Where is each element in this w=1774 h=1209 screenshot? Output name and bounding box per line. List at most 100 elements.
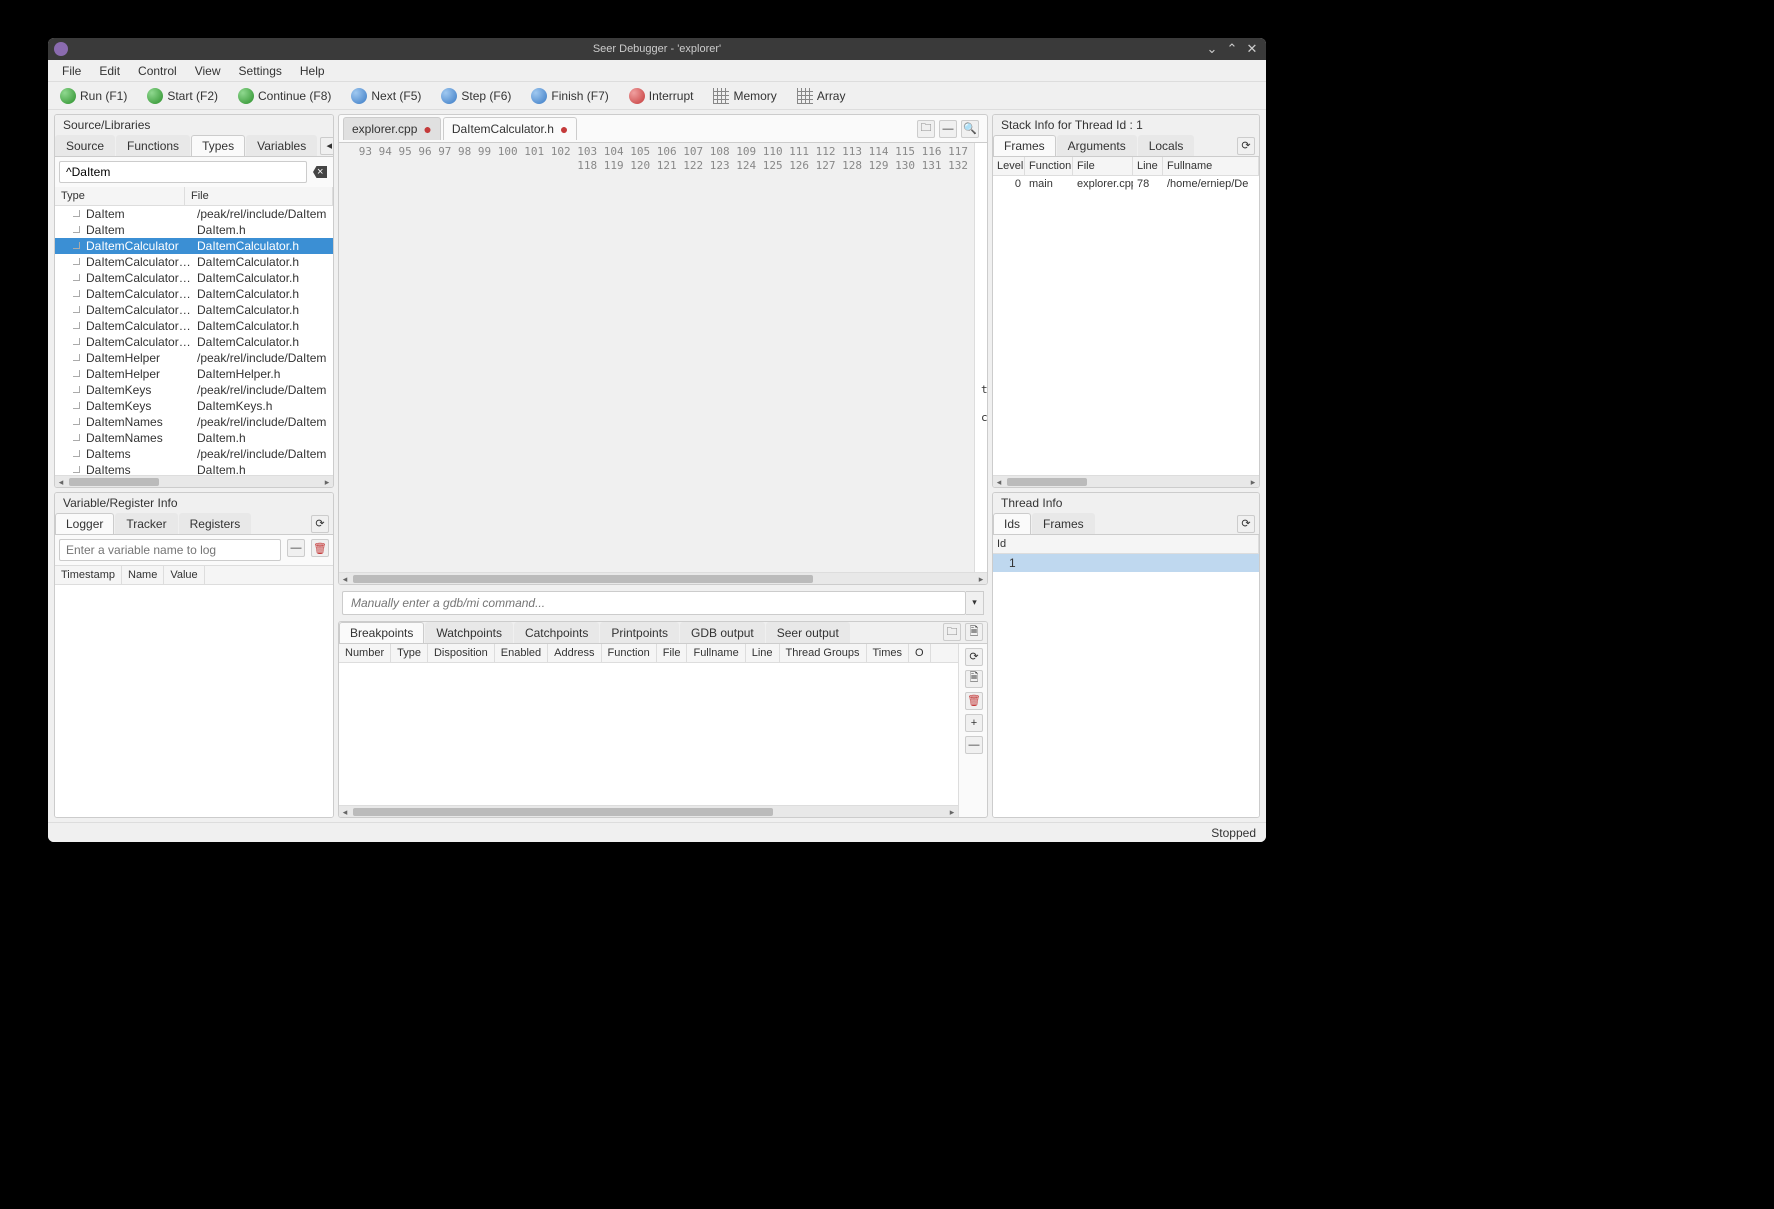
tab-logger[interactable]: Logger	[55, 513, 114, 534]
bp-col[interactable]: Number	[339, 644, 391, 662]
tab-thread-frames[interactable]: Frames	[1032, 513, 1095, 534]
col-file[interactable]: File	[1073, 157, 1133, 175]
stack-refresh-button[interactable]: ⟳	[1237, 137, 1255, 155]
refresh-logger-button[interactable]: ⟳	[311, 515, 329, 533]
bp-col[interactable]: Address	[548, 644, 601, 662]
stack-rows[interactable]: 0 main explorer.cpp 78 /home/erniep/De	[993, 176, 1259, 475]
col-function[interactable]: Function	[1025, 157, 1073, 175]
gdb-command-input[interactable]	[342, 591, 966, 615]
tab-seer-output[interactable]: Seer output	[766, 622, 850, 643]
tab-locals[interactable]: Locals	[1138, 135, 1195, 156]
types-search-input[interactable]	[59, 161, 307, 183]
bp-h-scrollbar[interactable]: ◂▸	[339, 805, 958, 817]
clear-search-icon[interactable]	[311, 161, 329, 183]
col-id[interactable]: Id	[993, 535, 1259, 553]
stack-row[interactable]: 0 main explorer.cpp 78 /home/erniep/De	[993, 176, 1259, 192]
bp-col[interactable]: Line	[746, 644, 780, 662]
col-name[interactable]: Name	[122, 566, 164, 584]
bp-col[interactable]: File	[657, 644, 688, 662]
remove-log-button[interactable]: —	[287, 539, 305, 557]
bp-add-button[interactable]: +	[965, 714, 983, 732]
minimize-button[interactable]: ⌄	[1204, 41, 1220, 57]
type-row[interactable]: DaItemCalculatorDaItemCalculator.h	[55, 238, 333, 254]
thread-refresh-button[interactable]: ⟳	[1237, 515, 1255, 533]
editor-tab-daitemcalculator[interactable]: DaItemCalculator.h●	[443, 117, 578, 140]
col-line[interactable]: Line	[1133, 157, 1163, 175]
toolbar-run[interactable]: Run (F1)	[54, 86, 133, 106]
menu-view[interactable]: View	[187, 62, 229, 80]
tab-functions[interactable]: Functions	[116, 135, 190, 156]
type-row[interactable]: DaItemNames/peak/rel/include/DaItem	[55, 414, 333, 430]
tab-ids[interactable]: Ids	[993, 513, 1031, 534]
toolbar-array[interactable]: Array	[791, 86, 852, 106]
type-row[interactable]: DaItemCalculatorValueDaItemCalculator.h	[55, 318, 333, 334]
col-value[interactable]: Value	[164, 566, 204, 584]
thread-row[interactable]: 1	[993, 554, 1259, 572]
search-button[interactable]: 🔍	[961, 120, 979, 138]
menu-control[interactable]: Control	[130, 62, 185, 80]
collapse-button[interactable]: —	[939, 120, 957, 138]
menu-file[interactable]: File	[54, 62, 89, 80]
type-row[interactable]: DaItemCalculatorValue::...DaItemCalculat…	[55, 334, 333, 350]
tab-variables[interactable]: Variables	[246, 135, 317, 156]
editor-tab-explorer[interactable]: explorer.cpp●	[343, 117, 441, 140]
tab-tracker[interactable]: Tracker	[115, 513, 177, 534]
type-row[interactable]: DaItemHelperDaItemHelper.h	[55, 366, 333, 382]
stack-h-scrollbar[interactable]: ◂▸	[993, 475, 1259, 487]
type-row[interactable]: DaItemCalculator::TokenDaItemCalculator.…	[55, 254, 333, 270]
tab-registers[interactable]: Registers	[179, 513, 252, 534]
toolbar-step[interactable]: Step (F6)	[435, 86, 517, 106]
bp-refresh-button[interactable]: ⟳	[965, 648, 983, 666]
menu-edit[interactable]: Edit	[91, 62, 128, 80]
tab-arguments[interactable]: Arguments	[1057, 135, 1137, 156]
tab-watchpoints[interactable]: Watchpoints	[425, 622, 513, 643]
bp-col[interactable]: Fullname	[687, 644, 745, 662]
tab-frames[interactable]: Frames	[993, 135, 1056, 156]
toolbar-memory[interactable]: Memory	[707, 86, 782, 106]
type-row[interactable]: DaItems/peak/rel/include/DaItem	[55, 446, 333, 462]
toolbar-finish[interactable]: Finish (F7)	[525, 86, 614, 106]
bp-col[interactable]: O	[909, 644, 931, 662]
bp-col[interactable]: Disposition	[428, 644, 495, 662]
tab-catchpoints[interactable]: Catchpoints	[514, 622, 599, 643]
close-tab-icon[interactable]: ●	[423, 121, 431, 137]
bp-col[interactable]: Enabled	[495, 644, 548, 662]
open-file-button[interactable]: 🗀	[917, 120, 935, 138]
maximize-button[interactable]: ⌃	[1224, 41, 1240, 57]
prev-button[interactable]: ◂	[320, 137, 334, 155]
type-row[interactable]: DaItemsDaItem.h	[55, 462, 333, 475]
toolbar-interrupt[interactable]: Interrupt	[623, 86, 700, 106]
h-scrollbar[interactable]: ◂▸	[55, 475, 333, 487]
type-row[interactable]: DaItemNamesDaItem.h	[55, 430, 333, 446]
type-row[interactable]: DaItemCalculatorSymbolDaItemCalculator.h	[55, 270, 333, 286]
bp-edit-button[interactable]: 🗎	[965, 670, 983, 688]
type-row[interactable]: DaItemCalculatorSymbo...DaItemCalculator…	[55, 286, 333, 302]
bp-col[interactable]: Type	[391, 644, 428, 662]
col-type[interactable]: Type	[55, 187, 185, 205]
col-fullname[interactable]: Fullname	[1163, 157, 1259, 175]
bp-col[interactable]: Function	[602, 644, 657, 662]
menu-settings[interactable]: Settings	[231, 62, 290, 80]
gdb-history-dropdown[interactable]: ▾	[966, 591, 984, 615]
close-tab-icon[interactable]: ●	[560, 121, 568, 137]
col-file[interactable]: File	[185, 187, 333, 205]
tab-source[interactable]: Source	[55, 135, 115, 156]
log-variable-input[interactable]	[59, 539, 281, 561]
tab-printpoints[interactable]: Printpoints	[600, 622, 679, 643]
col-level[interactable]: Level	[993, 157, 1025, 175]
bp-remove-button[interactable]: —	[965, 736, 983, 754]
type-row[interactable]: DaItem/peak/rel/include/DaItem	[55, 206, 333, 222]
types-tree[interactable]: DaItem/peak/rel/include/DaItemDaItemDaIt…	[55, 206, 333, 475]
bp-col[interactable]: Thread Groups	[780, 644, 867, 662]
menu-help[interactable]: Help	[292, 62, 333, 80]
close-button[interactable]: ✕	[1244, 41, 1260, 57]
bp-delete-button[interactable]: 🗑	[965, 692, 983, 710]
tab-types[interactable]: Types	[191, 135, 245, 156]
toolbar-continue[interactable]: Continue (F8)	[232, 86, 337, 106]
tab-breakpoints[interactable]: Breakpoints	[339, 622, 424, 643]
bp-open-button[interactable]: 🗀	[943, 623, 961, 641]
bp-save-button[interactable]: 🗎	[965, 623, 983, 641]
type-row[interactable]: DaItemCalculatorSymbo...DaItemCalculator…	[55, 302, 333, 318]
type-row[interactable]: DaItemDaItem.h	[55, 222, 333, 238]
type-row[interactable]: DaItemKeys/peak/rel/include/DaItem	[55, 382, 333, 398]
